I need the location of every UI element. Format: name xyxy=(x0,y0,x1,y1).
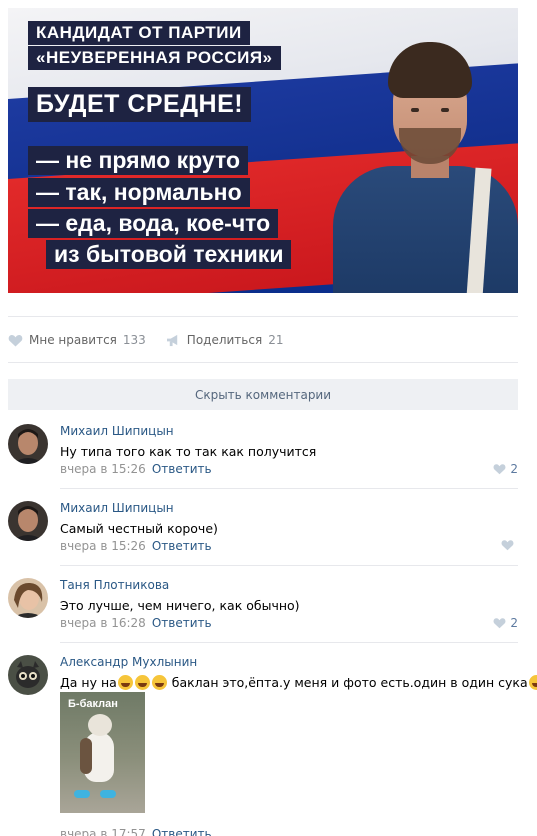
comment-author[interactable]: Михаил Шипицын xyxy=(60,424,174,438)
heart-icon xyxy=(493,464,506,475)
hide-comments-button[interactable]: Скрыть комментарии xyxy=(8,379,518,410)
winking-emoji-icon xyxy=(528,675,537,690)
comment-like-count: 2 xyxy=(510,462,518,476)
comment: Михаил Шипицын Самый честный короче) вче… xyxy=(8,501,518,561)
like-label: Мне нравится xyxy=(29,333,117,347)
comment-time[interactable]: вчера в 17:57 xyxy=(60,827,146,836)
comment: Михаил Шипицын Ну типа того как то так к… xyxy=(8,424,518,484)
divider xyxy=(8,316,518,317)
comment-text-suffix: баклан это,ёпта.у меня и фото есть.один … xyxy=(167,675,528,690)
comment-like-button[interactable]: 2 xyxy=(493,616,518,630)
laughing-emoji-icon xyxy=(117,675,133,690)
comment-author[interactable]: Александр Мухлынин xyxy=(60,655,197,669)
heart-icon xyxy=(493,618,506,629)
comment-text-prefix: Да ну на xyxy=(60,675,117,690)
avatar[interactable] xyxy=(8,655,48,695)
image-point-1: — не прямо круто xyxy=(28,146,249,175)
image-title-line2: «НЕУВЕРЕННАЯ РОССИЯ» xyxy=(28,46,281,70)
avatar[interactable] xyxy=(8,424,48,464)
image-point-3: — еда, вода, кое-что xyxy=(28,209,279,238)
image-point-4: из бытовой техники xyxy=(46,240,292,269)
comment-time[interactable]: вчера в 16:28 xyxy=(60,616,146,630)
avatar[interactable] xyxy=(8,501,48,541)
comment-meta: вчера в 15:26 Ответить xyxy=(60,539,212,553)
comment-text: Это лучше, чем ничего, как обычно) xyxy=(60,598,300,613)
heart-icon xyxy=(501,540,514,551)
image-title-line1: КАНДИДАТ ОТ ПАРТИИ xyxy=(28,21,250,45)
image-point-2: — так, нормально xyxy=(28,178,250,207)
avatar[interactable] xyxy=(8,578,48,618)
comment-meta: вчера в 16:28 Ответить xyxy=(60,616,212,630)
post-actions: Мне нравится 133 Поделиться 21 xyxy=(8,330,303,350)
comment-meta: вчера в 15:26 Ответить xyxy=(60,462,212,476)
laughing-emoji-icon xyxy=(151,675,167,690)
laughing-emoji-icon xyxy=(134,675,150,690)
candidate-photo xyxy=(323,28,518,293)
comment-author[interactable]: Таня Плотникова xyxy=(60,578,169,592)
post-image[interactable]: КАНДИДАТ ОТ ПАРТИИ «НЕУВЕРЕННАЯ РОССИЯ» … xyxy=(8,8,518,293)
like-button[interactable]: Мне нравится 133 xyxy=(8,333,146,347)
comment-text: Да ну на баклан это,ёпта.у меня и фото е… xyxy=(60,675,537,690)
comment-like-button[interactable]: 2 xyxy=(493,462,518,476)
comment-attached-image[interactable]: Б-баклан xyxy=(60,692,145,813)
comment-author[interactable]: Михаил Шипицын xyxy=(60,501,174,515)
comment-meta: вчера в 17:57 Ответить xyxy=(60,827,212,836)
divider xyxy=(60,488,518,489)
comment-text: Самый честный короче) xyxy=(60,521,218,536)
megaphone-icon xyxy=(166,334,178,346)
divider xyxy=(60,642,518,643)
comment-time[interactable]: вчера в 15:26 xyxy=(60,539,146,553)
reply-link[interactable]: Ответить xyxy=(152,616,212,630)
divider xyxy=(60,565,518,566)
reply-link[interactable]: Ответить xyxy=(152,827,212,836)
comment-like-button[interactable] xyxy=(501,539,518,551)
comment-time[interactable]: вчера в 15:26 xyxy=(60,462,146,476)
like-count: 133 xyxy=(122,333,146,347)
heart-icon xyxy=(8,334,23,347)
share-button[interactable]: Поделиться 21 xyxy=(166,333,284,347)
comment-like-count: 2 xyxy=(510,616,518,630)
divider xyxy=(8,362,518,363)
comment: Таня Плотникова Это лучше, чем ничего, к… xyxy=(8,578,518,638)
reply-link[interactable]: Ответить xyxy=(152,462,212,476)
comment: Александр Мухлынин Да ну на баклан это,ё… xyxy=(8,655,537,836)
image-caption: Б-баклан xyxy=(68,698,118,710)
share-label: Поделиться xyxy=(186,333,263,347)
comment-text: Ну типа того как то так как получится xyxy=(60,444,317,459)
reply-link[interactable]: Ответить xyxy=(152,539,212,553)
image-headline: БУДЕТ СРЕДНЕ! xyxy=(28,87,252,122)
share-count: 21 xyxy=(268,333,284,347)
